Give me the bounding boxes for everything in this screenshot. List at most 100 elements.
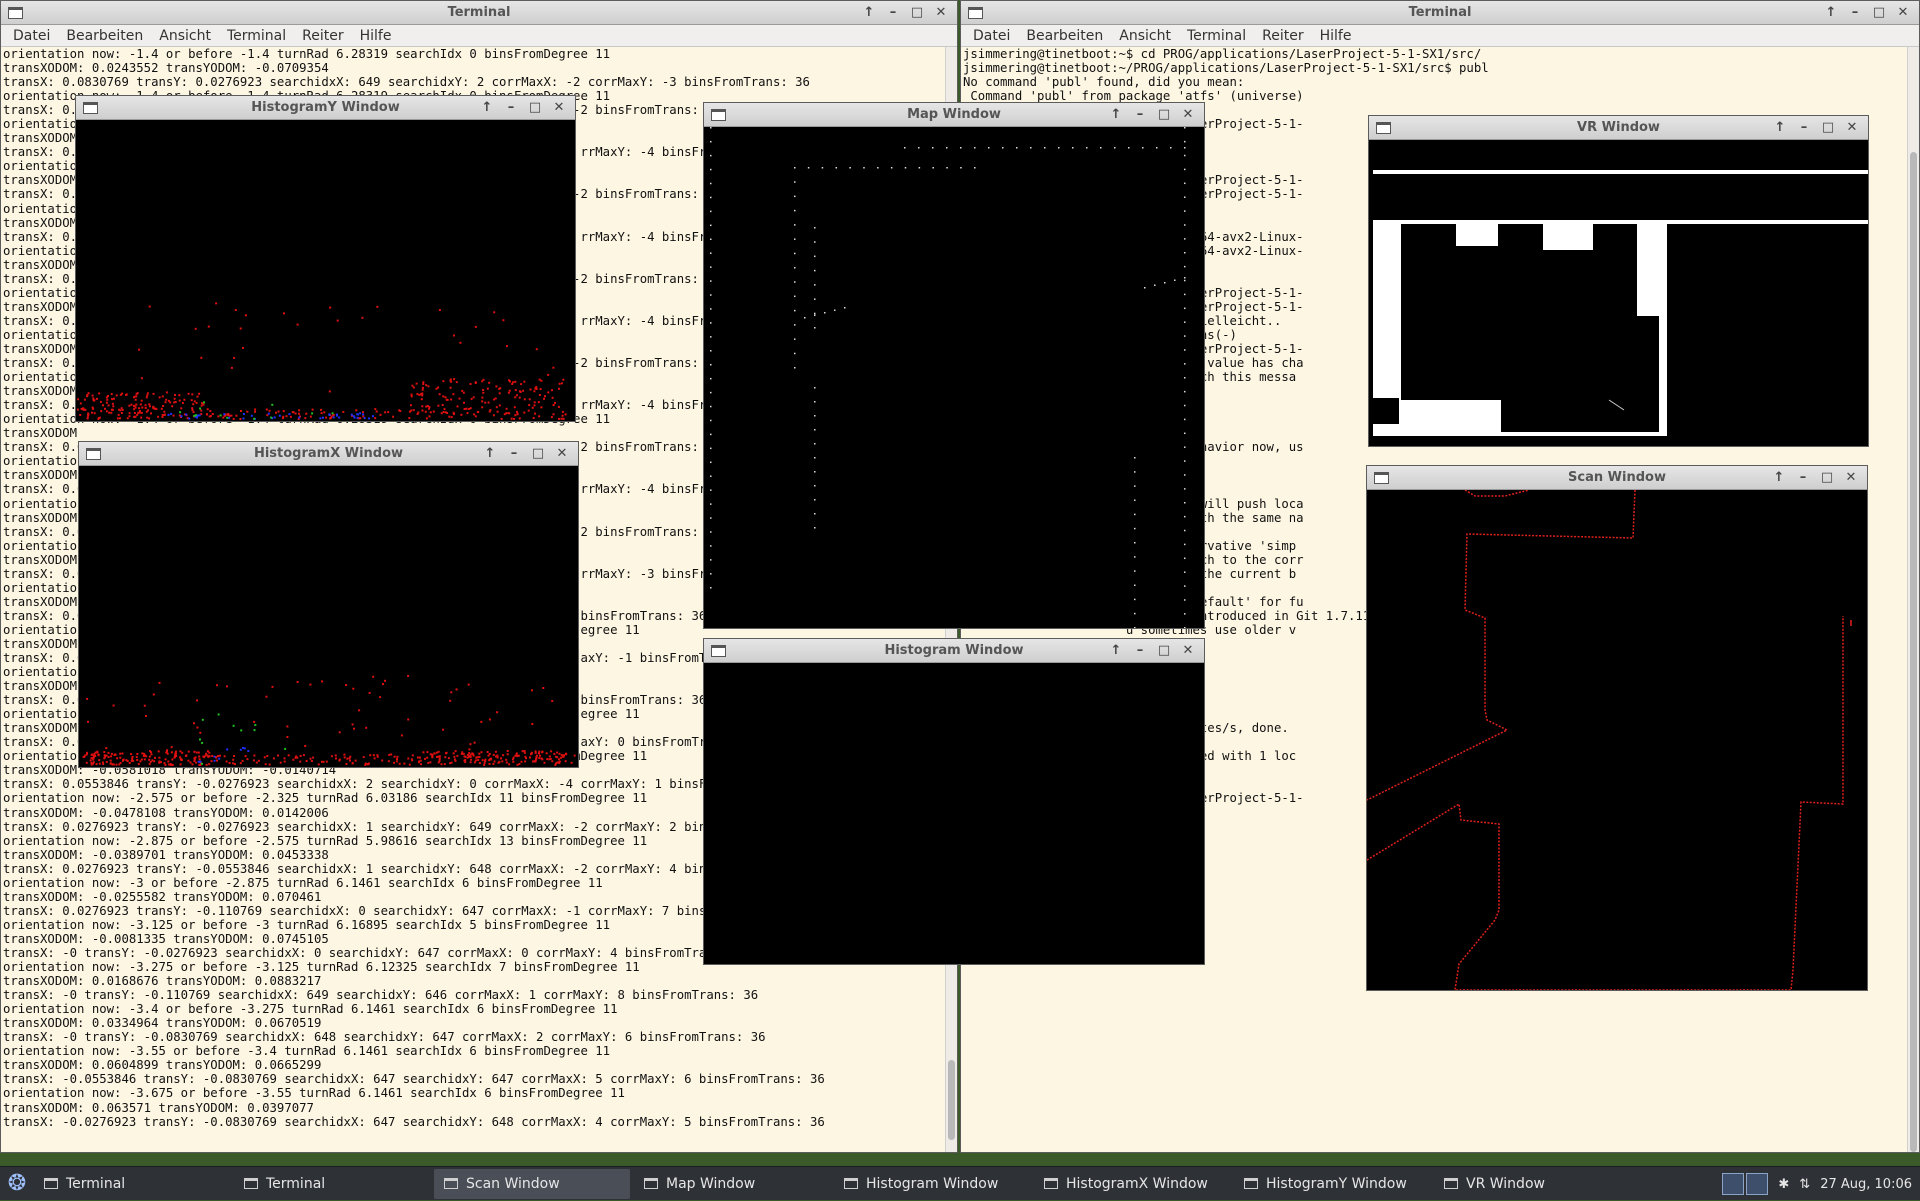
shade-icon[interactable]: ↑ <box>1819 1 1843 25</box>
minimize-icon[interactable]: – <box>499 96 523 120</box>
shade-icon[interactable]: ↑ <box>857 1 881 25</box>
taskbar-item-label: Terminal <box>266 1175 326 1192</box>
histogram-point <box>538 394 541 396</box>
maximize-icon[interactable]: □ <box>1867 1 1891 25</box>
scrollbar-thumb[interactable] <box>948 1060 955 1140</box>
histogram-point <box>216 759 218 762</box>
menu-bearbeiten[interactable]: Bearbeiten <box>1018 28 1111 44</box>
minimize-icon[interactable]: – <box>1843 1 1867 25</box>
histogram-y-window[interactable]: HistogramY Window ↑ – □ ✕ <box>75 95 576 422</box>
histogram-point <box>412 386 415 389</box>
taskbar-item[interactable]: Terminal <box>34 1169 230 1199</box>
start-menu-icon[interactable]: ❂ <box>0 1167 34 1201</box>
title-bar[interactable]: Scan Window ↑ – □ ✕ <box>1367 466 1867 490</box>
maximize-icon[interactable]: □ <box>1815 466 1839 490</box>
histogram-point <box>254 408 257 411</box>
histogram-point <box>153 760 156 763</box>
taskbar-item[interactable]: Scan Window <box>434 1168 630 1199</box>
close-icon[interactable]: ✕ <box>547 96 571 120</box>
histogram-x-window[interactable]: HistogramX Window ↑ – □ ✕ <box>78 441 579 768</box>
histogram-point <box>125 394 128 396</box>
minimize-icon[interactable]: – <box>1128 103 1152 127</box>
histogram-point <box>493 760 496 763</box>
clock[interactable]: 27 Aug, 10:06 <box>1820 1177 1912 1192</box>
map-point <box>814 284 816 286</box>
minimize-icon[interactable]: – <box>881 1 905 25</box>
histogram-point <box>463 408 466 410</box>
maximize-icon[interactable]: □ <box>526 442 550 466</box>
minimize-icon[interactable]: – <box>1792 116 1816 140</box>
menu-bearbeiten[interactable]: Bearbeiten <box>58 28 151 44</box>
map-point <box>814 527 816 529</box>
scrollbar[interactable] <box>1907 47 1919 1152</box>
shade-icon[interactable]: ↑ <box>1104 103 1128 127</box>
title-bar[interactable]: HistogramX Window ↑ – □ ✕ <box>79 442 578 466</box>
title-bar[interactable]: HistogramY Window ↑ – □ ✕ <box>76 96 575 120</box>
histogram-point <box>165 751 168 754</box>
maximize-icon[interactable]: □ <box>523 96 547 120</box>
histogram-point <box>154 756 156 759</box>
histogram-point <box>217 755 219 757</box>
menu-ansicht[interactable]: Ansicht <box>151 28 219 44</box>
map-window[interactable]: Map Window ↑ – □ ✕ <box>703 102 1205 629</box>
taskbar-item[interactable]: Map Window <box>634 1169 830 1199</box>
scrollbar-thumb[interactable] <box>1910 152 1917 1152</box>
close-icon[interactable]: ✕ <box>1176 103 1200 127</box>
network-icon[interactable]: ⇅ <box>1799 1177 1810 1192</box>
close-icon[interactable]: ✕ <box>1176 639 1200 663</box>
minimize-icon[interactable]: – <box>1791 466 1815 490</box>
shade-icon[interactable]: ↑ <box>1767 466 1791 490</box>
menu-terminal[interactable]: Terminal <box>219 28 294 44</box>
title-bar[interactable]: VR Window ↑ – □ ✕ <box>1369 116 1868 140</box>
menu-datei[interactable]: Datei <box>965 28 1018 44</box>
workspace-pager[interactable] <box>1722 1173 1769 1195</box>
histogram-point <box>328 390 331 393</box>
menu-reiter[interactable]: Reiter <box>1254 28 1311 44</box>
menu-hilfe[interactable]: Hilfe <box>352 28 400 44</box>
title-bar[interactable]: Histogram Window ↑ – □ ✕ <box>704 639 1204 663</box>
window-title: HistogramX Window <box>253 446 404 461</box>
maximize-icon[interactable]: □ <box>1152 103 1176 127</box>
shade-icon[interactable]: ↑ <box>478 442 502 466</box>
taskbar-item[interactable]: HistogramY Window <box>1234 1169 1430 1199</box>
map-point <box>1184 488 1186 490</box>
histogram-point <box>271 403 274 406</box>
close-icon[interactable]: ✕ <box>1840 116 1864 140</box>
menu-hilfe[interactable]: Hilfe <box>1312 28 1360 44</box>
maximize-icon[interactable]: □ <box>1816 116 1840 140</box>
histogram-point <box>556 751 559 754</box>
bluetooth-icon[interactable]: ✱ <box>1778 1177 1789 1192</box>
menu-datei[interactable]: Datei <box>5 28 58 44</box>
title-bar[interactable]: Terminal ↑ – □ ✕ <box>1 1 957 25</box>
vr-window[interactable]: VR Window ↑ – □ ✕ <box>1368 115 1869 447</box>
maximize-icon[interactable]: □ <box>1152 639 1176 663</box>
menu-ansicht[interactable]: Ansicht <box>1111 28 1179 44</box>
terminal-line: transX: -0.0553846 transY: -0.0830769 se… <box>3 1072 825 1087</box>
histogram-point <box>468 748 471 751</box>
scan-window[interactable]: Scan Window ↑ – □ ✕ <box>1366 465 1868 991</box>
shade-icon[interactable]: ↑ <box>475 96 499 120</box>
histogram-window[interactable]: Histogram Window ↑ – □ ✕ <box>703 638 1205 965</box>
taskbar-item[interactable]: Histogram Window <box>834 1169 1030 1199</box>
title-bar[interactable]: Terminal ↑ – □ ✕ <box>961 1 1919 25</box>
minimize-icon[interactable]: – <box>1128 639 1152 663</box>
taskbar-item[interactable]: Terminal <box>234 1169 430 1199</box>
histogram-point <box>291 411 294 413</box>
close-icon[interactable]: ✕ <box>929 1 953 25</box>
histogram-point <box>531 689 533 692</box>
shade-icon[interactable]: ↑ <box>1768 116 1792 140</box>
close-icon[interactable]: ✕ <box>1839 466 1863 490</box>
histogram-point <box>223 755 226 758</box>
close-icon[interactable]: ✕ <box>550 442 574 466</box>
taskbar-item[interactable]: VR Window <box>1434 1169 1630 1199</box>
histogram-point <box>498 387 501 390</box>
menu-terminal[interactable]: Terminal <box>1179 28 1254 44</box>
taskbar-item[interactable]: HistogramX Window <box>1034 1169 1230 1199</box>
minimize-icon[interactable]: – <box>502 442 526 466</box>
close-icon[interactable]: ✕ <box>1891 1 1915 25</box>
title-bar[interactable]: Map Window ↑ – □ ✕ <box>704 103 1204 127</box>
menu-reiter[interactable]: Reiter <box>294 28 351 44</box>
taskbar-item-label: HistogramY Window <box>1266 1175 1407 1192</box>
shade-icon[interactable]: ↑ <box>1104 639 1128 663</box>
maximize-icon[interactable]: □ <box>905 1 929 25</box>
